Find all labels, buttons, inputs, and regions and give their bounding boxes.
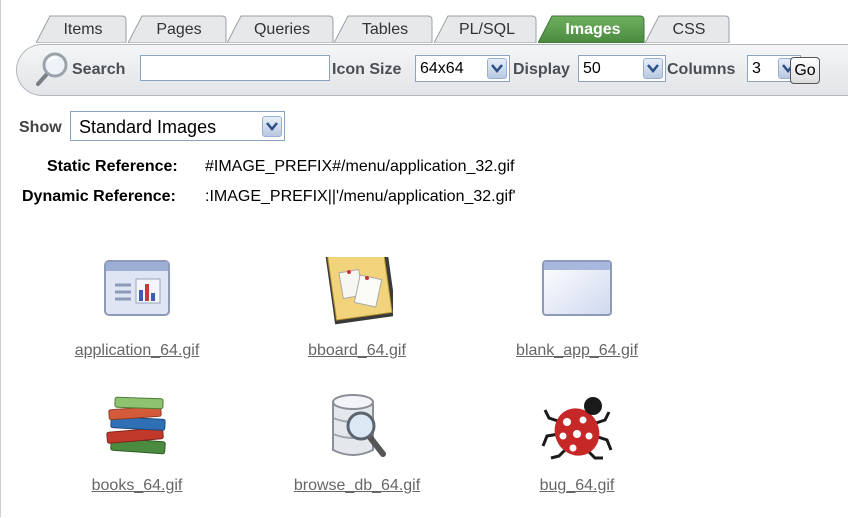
- tab-images[interactable]: Images: [538, 15, 648, 43]
- tab-items[interactable]: Items: [36, 15, 130, 43]
- tab-css[interactable]: CSS: [645, 15, 733, 43]
- image-file-link[interactable]: bboard_64.gif: [262, 342, 452, 360]
- search-toolbar: Search Icon Size 64x64 Display 50 Column…: [16, 44, 848, 96]
- search-label: Search: [72, 61, 126, 78]
- blank-app-icon[interactable]: [541, 257, 613, 329]
- image-file-link[interactable]: blank_app_64.gif: [482, 342, 672, 360]
- tab-label: Queries: [253, 21, 311, 38]
- books-icon[interactable]: [101, 392, 173, 464]
- tab-label: CSS: [672, 21, 706, 38]
- icon-size-value: 64x64: [420, 60, 464, 77]
- tab-label: Tables: [361, 21, 409, 38]
- columns-label: Columns: [667, 61, 736, 78]
- image-file-link[interactable]: bug_64.gif: [482, 477, 672, 495]
- dynamic-reference-label: Dynamic Reference:: [22, 188, 176, 205]
- icon-size-select[interactable]: 64x64: [415, 55, 510, 82]
- show-value: Standard Images: [79, 117, 217, 137]
- tab-plsql[interactable]: PL/SQL: [434, 15, 540, 43]
- static-reference-label: Static Reference:: [47, 158, 178, 175]
- image-item[interactable]: application_64.gif: [42, 257, 232, 377]
- bulletin-board-icon[interactable]: [321, 246, 397, 329]
- dynamic-reference-value: :IMAGE_PREFIX||'/menu/application_32.gif…: [205, 188, 516, 205]
- tab-queries[interactable]: Queries: [227, 15, 337, 43]
- static-reference-value: #IMAGE_PREFIX#/menu/application_32.gif: [205, 158, 515, 175]
- ladybug-icon[interactable]: [541, 392, 613, 464]
- image-item[interactable]: browse_db_64.gif: [262, 392, 452, 512]
- go-button[interactable]: Go: [790, 57, 820, 84]
- tab-pages[interactable]: Pages: [128, 15, 230, 43]
- image-item[interactable]: bboard_64.gif: [262, 246, 452, 377]
- display-select[interactable]: 50: [578, 55, 666, 82]
- tab-label: Pages: [156, 21, 202, 38]
- image-item[interactable]: bug_64.gif: [482, 392, 672, 512]
- show-label: Show: [19, 119, 62, 136]
- search-icon[interactable]: [32, 50, 70, 95]
- image-item[interactable]: blank_app_64.gif: [482, 257, 672, 377]
- chevron-down-icon[interactable]: [487, 58, 507, 79]
- icon-size-label: Icon Size: [332, 61, 402, 78]
- tab-label: Items: [63, 21, 103, 38]
- image-file-link[interactable]: books_64.gif: [42, 477, 232, 495]
- columns-value: 3: [752, 60, 761, 77]
- image-file-link[interactable]: application_64.gif: [42, 342, 232, 360]
- browse-database-icon[interactable]: [321, 392, 393, 464]
- chevron-down-icon[interactable]: [643, 58, 663, 79]
- tab-tables[interactable]: Tables: [334, 15, 436, 43]
- application-window-icon[interactable]: [101, 257, 173, 329]
- display-label: Display: [513, 61, 570, 78]
- display-value: 50: [583, 60, 601, 77]
- image-item[interactable]: books_64.gif: [42, 392, 232, 512]
- search-input[interactable]: [140, 55, 330, 81]
- chevron-down-icon[interactable]: [262, 116, 282, 137]
- tab-label: PL/SQL: [458, 21, 516, 38]
- show-select[interactable]: Standard Images: [70, 111, 285, 141]
- image-file-link[interactable]: browse_db_64.gif: [262, 477, 452, 495]
- tab-label: Images: [565, 21, 621, 38]
